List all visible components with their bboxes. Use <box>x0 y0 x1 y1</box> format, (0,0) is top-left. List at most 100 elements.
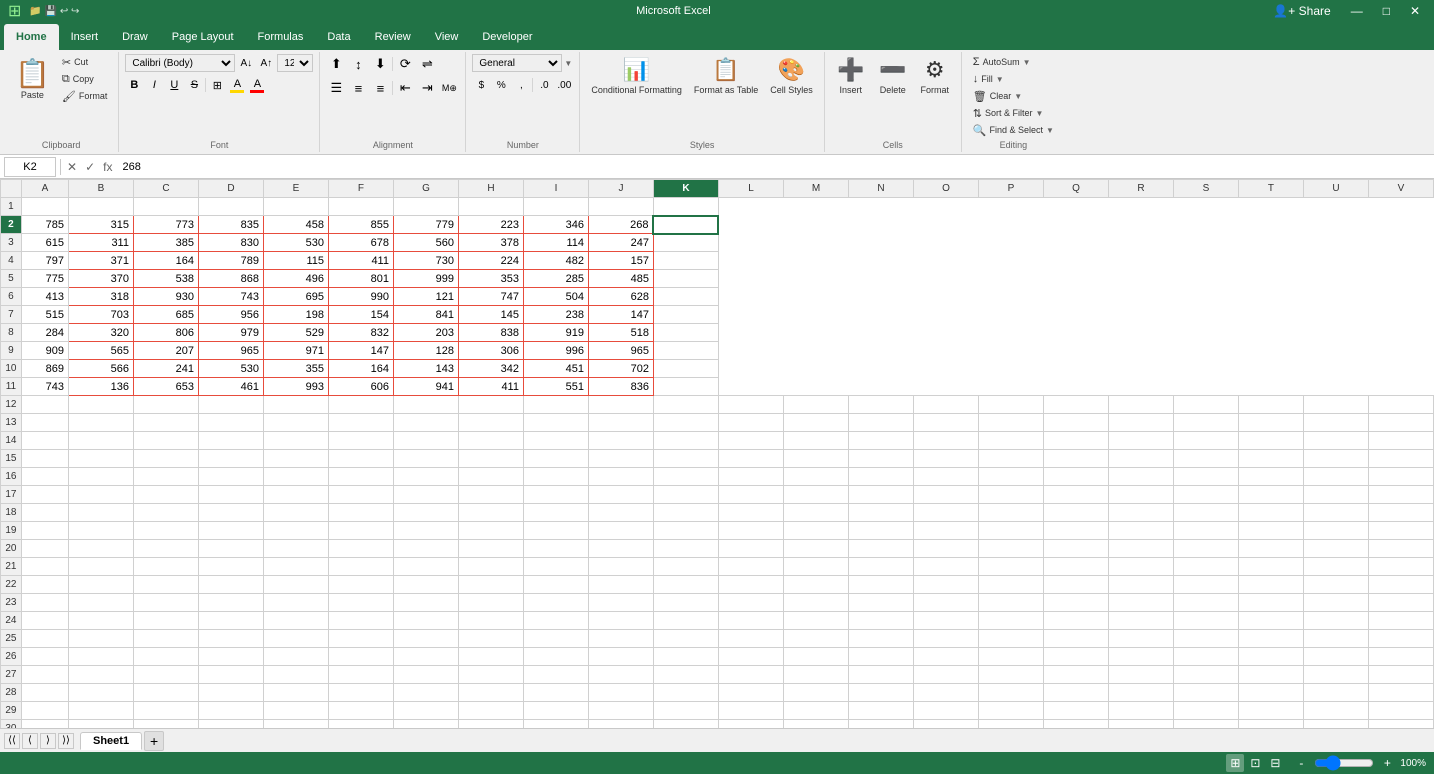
cell-D5[interactable]: 868 <box>198 270 263 288</box>
cell-A14[interactable] <box>21 432 68 450</box>
cell-N28[interactable] <box>848 684 913 702</box>
cell-M12[interactable] <box>783 396 848 414</box>
cell-L14[interactable] <box>718 432 783 450</box>
cell-V12[interactable] <box>1368 396 1433 414</box>
cell-F15[interactable] <box>328 450 393 468</box>
maximize-button[interactable]: □ <box>1377 4 1396 18</box>
cell-J15[interactable] <box>588 450 653 468</box>
cell-S12[interactable] <box>1173 396 1238 414</box>
cell-R22[interactable] <box>1108 576 1173 594</box>
cell-U15[interactable] <box>1303 450 1368 468</box>
cell-P13[interactable] <box>978 414 1043 432</box>
cell-R14[interactable] <box>1108 432 1173 450</box>
cell-J12[interactable] <box>588 396 653 414</box>
cell-T18[interactable] <box>1238 504 1303 522</box>
cell-S29[interactable] <box>1173 702 1238 720</box>
increase-indent-button[interactable]: ⇥ <box>417 78 437 98</box>
cell-F22[interactable] <box>328 576 393 594</box>
cell-G2[interactable]: 779 <box>393 216 458 234</box>
paste-button[interactable]: 📋 Paste <box>10 54 55 103</box>
cell-T22[interactable] <box>1238 576 1303 594</box>
cell-U23[interactable] <box>1303 594 1368 612</box>
col-header-v[interactable]: V <box>1368 180 1433 198</box>
cell-D26[interactable] <box>198 648 263 666</box>
cell-B1[interactable] <box>68 198 133 216</box>
col-header-p[interactable]: P <box>978 180 1043 198</box>
cell-H2[interactable]: 223 <box>458 216 523 234</box>
cell-M25[interactable] <box>783 630 848 648</box>
row-header-9[interactable]: 9 <box>1 342 22 360</box>
cell-J29[interactable] <box>588 702 653 720</box>
bold-button[interactable]: B <box>125 76 143 94</box>
cell-E14[interactable] <box>263 432 328 450</box>
tab-draw[interactable]: Draw <box>110 24 160 50</box>
cell-C2[interactable]: 773 <box>133 216 198 234</box>
cell-C21[interactable] <box>133 558 198 576</box>
cell-K20[interactable] <box>653 540 718 558</box>
cell-A3[interactable]: 615 <box>21 234 68 252</box>
cell-E27[interactable] <box>263 666 328 684</box>
cell-D6[interactable]: 743 <box>198 288 263 306</box>
row-header-20[interactable]: 20 <box>1 540 22 558</box>
cell-M17[interactable] <box>783 486 848 504</box>
minimize-button[interactable]: — <box>1345 4 1369 18</box>
cell-R21[interactable] <box>1108 558 1173 576</box>
cell-L24[interactable] <box>718 612 783 630</box>
format-as-table-button[interactable]: 📋 Format as Table <box>689 54 763 106</box>
cell-H18[interactable] <box>458 504 523 522</box>
cell-O18[interactable] <box>913 504 978 522</box>
cell-K16[interactable] <box>653 468 718 486</box>
cell-V14[interactable] <box>1368 432 1433 450</box>
cell-A25[interactable] <box>21 630 68 648</box>
cell-E4[interactable]: 115 <box>263 252 328 270</box>
share-button[interactable]: 👤+ Share <box>1267 4 1336 18</box>
cell-G4[interactable]: 730 <box>393 252 458 270</box>
cell-C14[interactable] <box>133 432 198 450</box>
cell-P19[interactable] <box>978 522 1043 540</box>
cell-G18[interactable] <box>393 504 458 522</box>
cell-M15[interactable] <box>783 450 848 468</box>
row-header-13[interactable]: 13 <box>1 414 22 432</box>
cell-G21[interactable] <box>393 558 458 576</box>
cell-E10[interactable]: 355 <box>263 360 328 378</box>
cell-A26[interactable] <box>21 648 68 666</box>
cell-N15[interactable] <box>848 450 913 468</box>
cell-G10[interactable]: 143 <box>393 360 458 378</box>
cell-K30[interactable] <box>653 720 718 729</box>
cell-J28[interactable] <box>588 684 653 702</box>
cell-G30[interactable] <box>393 720 458 729</box>
cell-P29[interactable] <box>978 702 1043 720</box>
cell-A13[interactable] <box>21 414 68 432</box>
cell-R17[interactable] <box>1108 486 1173 504</box>
col-header-n[interactable]: N <box>848 180 913 198</box>
cell-O20[interactable] <box>913 540 978 558</box>
cell-H8[interactable]: 838 <box>458 324 523 342</box>
cell-K1[interactable] <box>653 198 718 216</box>
cell-B22[interactable] <box>68 576 133 594</box>
cell-G19[interactable] <box>393 522 458 540</box>
cell-P15[interactable] <box>978 450 1043 468</box>
decrease-decimal-button[interactable]: .0 <box>535 76 553 94</box>
cell-I23[interactable] <box>523 594 588 612</box>
tab-home[interactable]: Home <box>4 24 59 50</box>
col-header-s[interactable]: S <box>1173 180 1238 198</box>
cell-S27[interactable] <box>1173 666 1238 684</box>
wrap-text-button[interactable]: ⇌ <box>417 54 437 74</box>
cell-E11[interactable]: 993 <box>263 378 328 396</box>
cell-I11[interactable]: 551 <box>523 378 588 396</box>
cell-D1[interactable] <box>198 198 263 216</box>
cell-A11[interactable]: 743 <box>21 378 68 396</box>
sort-filter-button[interactable]: ⇅ Sort & Filter ▼ <box>968 105 1049 121</box>
cell-Q13[interactable] <box>1043 414 1108 432</box>
find-select-button[interactable]: 🔍 Find & Select ▼ <box>968 122 1059 138</box>
cell-I6[interactable]: 504 <box>523 288 588 306</box>
cell-B10[interactable]: 566 <box>68 360 133 378</box>
cell-B25[interactable] <box>68 630 133 648</box>
row-header-25[interactable]: 25 <box>1 630 22 648</box>
autosum-button[interactable]: Σ AutoSum ▼ <box>968 54 1036 70</box>
cell-P24[interactable] <box>978 612 1043 630</box>
row-header-15[interactable]: 15 <box>1 450 22 468</box>
cell-U30[interactable] <box>1303 720 1368 729</box>
cell-D16[interactable] <box>198 468 263 486</box>
cell-D27[interactable] <box>198 666 263 684</box>
